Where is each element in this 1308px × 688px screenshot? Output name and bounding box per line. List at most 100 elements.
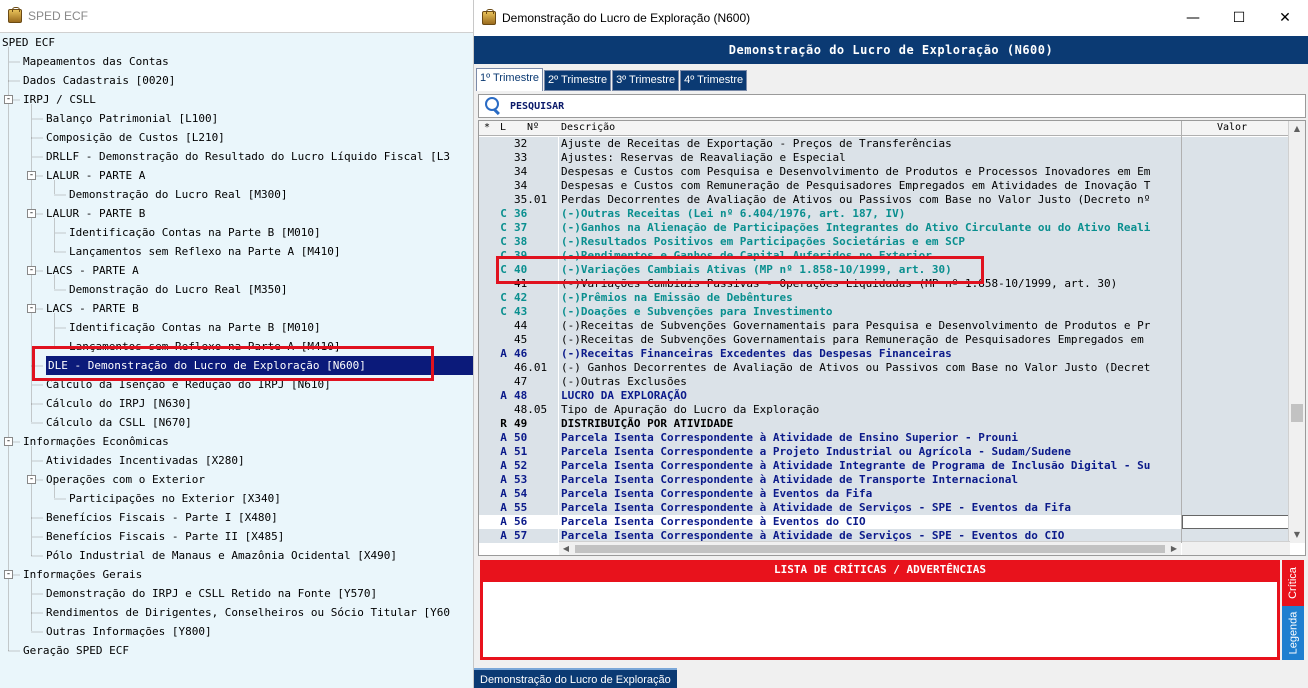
- tree-item[interactable]: Demonstração do IRPJ e CSLL Retido na Fo…: [46, 584, 377, 603]
- cell-value[interactable]: [1182, 375, 1290, 389]
- table-row[interactable]: A 53 Parcela Isenta Correspondente à Ativi…: [479, 473, 1290, 487]
- cell-value[interactable]: [1182, 501, 1290, 515]
- cell-value[interactable]: [1182, 361, 1290, 375]
- hscroll-thumb[interactable]: [575, 545, 1165, 553]
- cell-value[interactable]: [1182, 487, 1290, 501]
- tree-item[interactable]: Benefícios Fiscais - Parte II [X485]: [46, 527, 284, 546]
- table-row[interactable]: A 51 Parcela Isenta Correspondente a Proje…: [479, 445, 1290, 459]
- cell-value[interactable]: [1182, 445, 1290, 459]
- minimize-button[interactable]: —: [1170, 0, 1216, 36]
- close-button[interactable]: ✕: [1262, 0, 1308, 36]
- tree-collapse-icon[interactable]: -: [27, 209, 36, 218]
- cell-value[interactable]: [1182, 403, 1290, 417]
- tree-item[interactable]: Identificação Contas na Parte B [M010]: [69, 223, 321, 242]
- tree-collapse-icon[interactable]: -: [27, 475, 36, 484]
- tab-quarter-3[interactable]: 3º Trimestre: [612, 70, 680, 91]
- table-row[interactable]: 33 Ajustes: Reservas de Reavaliação e Esp…: [479, 151, 1290, 165]
- table-row[interactable]: 32 Ajuste de Receitas de Exportação - Pre…: [479, 137, 1290, 151]
- cell-value[interactable]: [1182, 221, 1290, 235]
- cell-value[interactable]: [1182, 179, 1290, 193]
- tree-item[interactable]: LACS - PARTE B: [46, 299, 139, 318]
- table-row[interactable]: C 36 (-)Outras Receitas (Lei nº 6.404/1976…: [479, 207, 1290, 221]
- cell-value[interactable]: [1182, 431, 1290, 445]
- tree-collapse-icon[interactable]: -: [4, 437, 13, 446]
- tree-item[interactable]: Demonstração do Lucro Real [M300]: [69, 185, 288, 204]
- table-row[interactable]: R 49 DISTRIBUIÇÃO POR ATIVIDADE: [479, 417, 1290, 431]
- tree-collapse-icon[interactable]: -: [27, 171, 36, 180]
- tree-item[interactable]: Lançamentos sem Reflexo na Parte A [M410…: [69, 242, 341, 261]
- cell-value[interactable]: [1182, 249, 1290, 263]
- tree-item[interactable]: LALUR - PARTE A: [46, 166, 145, 185]
- cell-value[interactable]: [1182, 137, 1290, 151]
- table-row[interactable]: C 42 (-)Prêmios na Emissão de Debêntures: [479, 291, 1290, 305]
- table-row[interactable]: 45 (-)Receitas de Subvenções Governamenta…: [479, 333, 1290, 347]
- tree-item[interactable]: LALUR - PARTE B: [46, 204, 145, 223]
- table-row[interactable]: C 38 (-)Resultados Positivos em Participaç…: [479, 235, 1290, 249]
- tree-item[interactable]: LACS - PARTE A: [46, 261, 139, 280]
- tab-quarter-1[interactable]: 1º Trimestre: [476, 68, 544, 91]
- tree-collapse-icon[interactable]: -: [4, 570, 13, 579]
- tree-item[interactable]: Demonstração do Lucro Real [M350]: [69, 280, 288, 299]
- table-row[interactable]: A 50 Parcela Isenta Correspondente à Ativi…: [479, 431, 1290, 445]
- tree-item[interactable]: Operações com o Exterior: [46, 470, 205, 489]
- tree-item[interactable]: Mapeamentos das Contas: [23, 52, 169, 71]
- cell-value[interactable]: [1182, 151, 1290, 165]
- tree-item[interactable]: Informações Gerais: [23, 565, 142, 584]
- table-row[interactable]: A 48 LUCRO DA EXPLORAÇÃO: [479, 389, 1290, 403]
- tree-item[interactable]: IRPJ / CSLL: [23, 90, 96, 109]
- tree-collapse-icon[interactable]: -: [27, 266, 36, 275]
- cell-value[interactable]: [1182, 459, 1290, 473]
- tree-item[interactable]: Rendimentos de Dirigentes, Conselheiros …: [46, 603, 450, 622]
- table-row[interactable]: A 56 Parcela Isenta Correspondente à Event…: [479, 515, 1290, 529]
- tree-item[interactable]: Benefícios Fiscais - Parte I [X480]: [46, 508, 278, 527]
- tree-item[interactable]: Composição de Custos [L210]: [46, 128, 225, 147]
- table-row[interactable]: 35.01 Perdas Decorrentes de Avaliação de …: [479, 193, 1290, 207]
- tree-item[interactable]: Balanço Patrimonial [L100]: [46, 109, 218, 128]
- cell-value[interactable]: [1182, 207, 1290, 221]
- table-row[interactable]: A 55 Parcela Isenta Correspondente à Ativi…: [479, 501, 1290, 515]
- cell-value[interactable]: [1182, 263, 1290, 277]
- tree-item[interactable]: Dados Cadastrais [0020]: [23, 71, 175, 90]
- tree-item[interactable]: Outras Informações [Y800]: [46, 622, 212, 641]
- horizontal-scrollbar[interactable]: ◀ ▶: [559, 541, 1181, 555]
- window-taskbar-tab[interactable]: Demonstração do Lucro de Exploração: [474, 668, 677, 688]
- cell-value[interactable]: [1182, 333, 1290, 347]
- table-row[interactable]: A 46 (-)Receitas Financeiras Excedentes da…: [479, 347, 1290, 361]
- table-row[interactable]: 46.01 (-) Ganhos Decorrentes de Avaliação…: [479, 361, 1290, 375]
- tree-item[interactable]: SPED ECF: [2, 33, 55, 52]
- scroll-thumb[interactable]: [1291, 404, 1303, 422]
- scroll-up-icon[interactable]: ▲: [1289, 122, 1305, 136]
- table-row[interactable]: 48.05 Tipo de Apuração do Lucro da Explor…: [479, 403, 1290, 417]
- scroll-down-icon[interactable]: ▼: [1289, 528, 1305, 542]
- scroll-right-icon[interactable]: ▶: [1167, 542, 1181, 555]
- cell-value[interactable]: [1182, 305, 1290, 319]
- tree-item[interactable]: Informações Econômicas: [23, 432, 169, 451]
- tree-item[interactable]: Geração SPED ECF: [23, 641, 129, 660]
- cell-value[interactable]: [1182, 291, 1290, 305]
- maximize-button[interactable]: ☐: [1216, 0, 1262, 36]
- cell-value[interactable]: [1182, 235, 1290, 249]
- tab-critica[interactable]: Crítica: [1282, 560, 1304, 606]
- table-row[interactable]: 47 (-)Outras Exclusões: [479, 375, 1290, 389]
- cell-value[interactable]: [1182, 515, 1290, 529]
- table-row[interactable]: A 52 Parcela Isenta Correspondente à Ativi…: [479, 459, 1290, 473]
- tree-item[interactable]: Identificação Contas na Parte B [M010]: [69, 318, 321, 337]
- tree-collapse-icon[interactable]: -: [27, 304, 36, 313]
- tree-item[interactable]: Atividades Incentivadas [X280]: [46, 451, 245, 470]
- tab-quarter-2[interactable]: 2º Trimestre: [544, 70, 612, 91]
- table-row[interactable]: 34 Despesas e Custos com Remuneração de P…: [479, 179, 1290, 193]
- tree-item[interactable]: Cálculo da CSLL [N670]: [46, 413, 192, 432]
- tree-item[interactable]: Pólo Industrial de Manaus e Amazônia Oci…: [46, 546, 397, 565]
- cell-value[interactable]: [1182, 277, 1290, 291]
- search-bar[interactable]: PESQUISAR: [478, 94, 1306, 118]
- cell-value[interactable]: [1182, 319, 1290, 333]
- tree-item[interactable]: Participações no Exterior [X340]: [69, 489, 281, 508]
- search-icon[interactable]: [482, 95, 504, 117]
- cell-value[interactable]: [1182, 473, 1290, 487]
- table-row[interactable]: A 54 Parcela Isenta Correspondente à Event…: [479, 487, 1290, 501]
- tab-legenda[interactable]: Legenda: [1282, 606, 1304, 660]
- table-row[interactable]: 34 Despesas e Custos com Pesquisa e Desen…: [479, 165, 1290, 179]
- cell-value[interactable]: [1182, 193, 1290, 207]
- vertical-scrollbar[interactable]: ▲ ▼: [1288, 121, 1305, 543]
- tree-item[interactable]: Cálculo do IRPJ [N630]: [46, 394, 192, 413]
